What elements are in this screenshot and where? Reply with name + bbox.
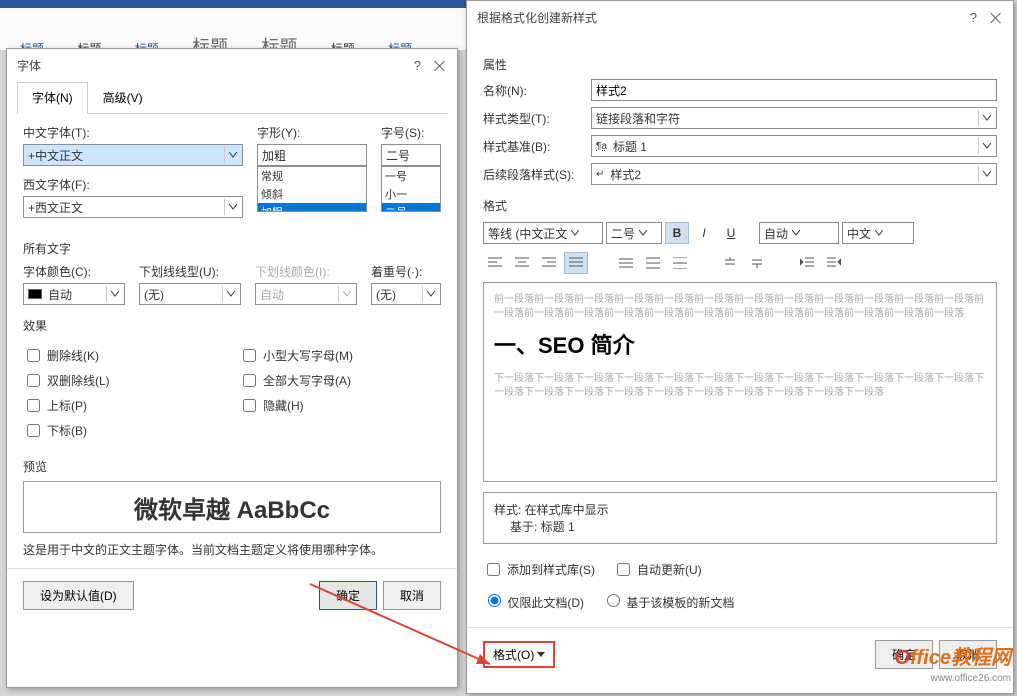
font-dialog-tabs: 字体(N) 高级(V) bbox=[17, 82, 447, 114]
emphasis-select[interactable]: (无) bbox=[371, 283, 441, 305]
bold-button[interactable]: B bbox=[665, 222, 689, 244]
format-section-label: 格式 bbox=[483, 197, 997, 214]
cancel-button[interactable]: 取消 bbox=[383, 581, 441, 610]
close-icon[interactable] bbox=[433, 59, 447, 73]
font-dialog-title: 字体 bbox=[17, 57, 41, 74]
chk-strikethrough[interactable]: 删除线(K) bbox=[23, 346, 225, 365]
en-font-label: 西文字体(F): bbox=[23, 176, 243, 193]
size-input[interactable]: 二号 bbox=[381, 144, 441, 166]
format-toolbar-2 bbox=[483, 252, 997, 274]
props-label: 属性 bbox=[483, 56, 997, 73]
en-font-select[interactable]: +西文正文 bbox=[23, 196, 243, 218]
base-label: 样式基准(B): bbox=[483, 138, 583, 155]
radio-template[interactable]: 基于该模板的新文档 bbox=[602, 591, 734, 611]
style-input[interactable]: 加粗 bbox=[257, 144, 367, 166]
help-icon[interactable]: ? bbox=[414, 58, 421, 73]
ok-button[interactable]: 确定 bbox=[319, 581, 377, 610]
paragraph-icon: ¶a bbox=[596, 141, 607, 152]
style-dialog: 根据格式化创建新样式 ? 属性 名称(N): 样式类型(T): 链接段落和字符 样… bbox=[466, 0, 1014, 694]
chevron-down-icon bbox=[338, 286, 354, 302]
effects-label: 效果 bbox=[23, 317, 441, 334]
cn-font-label: 中文字体(T): bbox=[23, 124, 243, 141]
chk-allcaps[interactable]: 全部大写字母(A) bbox=[239, 371, 441, 390]
style-type-select[interactable]: 链接段落和字符 bbox=[591, 107, 997, 129]
chevron-down-icon[interactable] bbox=[422, 286, 438, 302]
font-color-select[interactable]: 自动 bbox=[759, 222, 839, 244]
help-icon[interactable]: ? bbox=[970, 10, 977, 25]
style-list[interactable]: 常规 倾斜 加粗 bbox=[257, 166, 367, 212]
chk-add-to-library[interactable]: 添加到样式库(S) bbox=[483, 560, 595, 579]
font-family-select[interactable]: 等线 (中文正文 bbox=[483, 222, 603, 244]
set-default-button[interactable]: 设为默认值(D) bbox=[23, 581, 134, 610]
chk-auto-update[interactable]: 自动更新(U) bbox=[613, 560, 702, 579]
indent-right-button[interactable] bbox=[822, 252, 846, 274]
italic-button[interactable]: I bbox=[692, 222, 716, 244]
preview-desc: 这是用于中文的正文主题字体。当前文档主题定义将使用哪种字体。 bbox=[23, 541, 441, 558]
chevron-down-icon[interactable] bbox=[224, 199, 240, 215]
watermark-url: www.office26.com bbox=[931, 673, 1011, 684]
chk-double-strike[interactable]: 双删除线(L) bbox=[23, 371, 225, 390]
space-after-button[interactable] bbox=[745, 252, 769, 274]
radio-this-doc[interactable]: 仅限此文档(D) bbox=[483, 591, 584, 611]
style-follow-select[interactable]: ↵样式2 bbox=[591, 163, 997, 185]
cn-font-select[interactable]: +中文正文 bbox=[23, 144, 243, 166]
style-base-select[interactable]: ¶a标题 1 bbox=[591, 135, 997, 157]
type-label: 样式类型(T): bbox=[483, 110, 583, 127]
indent-left-button[interactable] bbox=[795, 252, 819, 274]
all-text-label: 所有文字 bbox=[23, 240, 441, 257]
font-color-select[interactable]: 自动 bbox=[23, 283, 125, 305]
emphasis-label: 着重号(·): bbox=[371, 263, 441, 280]
ul-color-select: 自动 bbox=[255, 283, 357, 305]
style-dialog-title: 根据格式化创建新样式 bbox=[477, 9, 597, 26]
ul-style-label: 下划线线型(U): bbox=[139, 263, 241, 280]
tab-advanced[interactable]: 高级(V) bbox=[88, 82, 158, 113]
return-icon: ↵ bbox=[596, 169, 604, 180]
style-preview: 前一段落前一段落前一段落前一段落前一段落前一段落前一段落前一段落前一段落前一段落… bbox=[483, 282, 997, 482]
chk-subscript[interactable]: 下标(B) bbox=[23, 421, 225, 440]
close-icon[interactable] bbox=[989, 11, 1003, 25]
size-list[interactable]: 一号 小一 二号 bbox=[381, 166, 441, 212]
style-label: 字形(Y): bbox=[257, 124, 367, 141]
font-color-label: 字体颜色(C): bbox=[23, 263, 125, 280]
ul-style-select[interactable]: (无) bbox=[139, 283, 241, 305]
chevron-down-icon[interactable] bbox=[224, 147, 240, 163]
chk-smallcaps[interactable]: 小型大写字母(M) bbox=[239, 346, 441, 365]
space-before-button[interactable] bbox=[718, 252, 742, 274]
font-dialog-titlebar: 字体 ? bbox=[7, 49, 457, 82]
lang-select[interactable]: 中文 bbox=[842, 222, 914, 244]
tab-font[interactable]: 字体(N) bbox=[17, 82, 88, 114]
line-spacing-1-button[interactable] bbox=[614, 252, 638, 274]
chevron-down-icon[interactable] bbox=[106, 286, 122, 302]
format-toolbar-1: 等线 (中文正文 二号 B I U 自动 中文 bbox=[483, 222, 997, 244]
chk-superscript[interactable]: 上标(P) bbox=[23, 396, 225, 415]
name-label: 名称(N): bbox=[483, 82, 583, 99]
font-dialog: 字体 ? 字体(N) 高级(V) 中文字体(T): +中文正文 西文字体(F): bbox=[6, 48, 458, 688]
preview-label: 预览 bbox=[23, 458, 441, 475]
align-left-button[interactable] bbox=[483, 252, 507, 274]
style-info: 样式: 在样式库中显示 基于: 标题 1 bbox=[483, 492, 997, 544]
font-preview: 微软卓越 AaBbCc bbox=[23, 481, 441, 533]
align-justify-button[interactable] bbox=[564, 252, 588, 274]
chevron-down-icon[interactable] bbox=[222, 286, 238, 302]
line-spacing-2-button[interactable] bbox=[668, 252, 692, 274]
align-right-button[interactable] bbox=[537, 252, 561, 274]
format-button[interactable]: 格式(O) bbox=[483, 641, 555, 668]
chevron-down-icon[interactable] bbox=[978, 110, 994, 126]
size-label: 字号(S): bbox=[381, 124, 441, 141]
font-size-select[interactable]: 二号 bbox=[606, 222, 662, 244]
chk-hidden[interactable]: 隐藏(H) bbox=[239, 396, 441, 415]
watermark-brand: OOffice教程网ffice教程网 bbox=[895, 641, 1011, 670]
style-dialog-titlebar: 根据格式化创建新样式 ? bbox=[467, 1, 1013, 34]
preview-heading: 一、SEO 简介 bbox=[494, 331, 986, 362]
chevron-down-icon[interactable] bbox=[978, 138, 994, 154]
underline-button[interactable]: U bbox=[719, 222, 743, 244]
follow-label: 后续段落样式(S): bbox=[483, 166, 583, 183]
ul-color-label: 下划线颜色(I): bbox=[255, 263, 357, 280]
align-center-button[interactable] bbox=[510, 252, 534, 274]
line-spacing-15-button[interactable] bbox=[641, 252, 665, 274]
ribbon-bg: 标题 标题 标题 标题 标题 标题 标题 bbox=[0, 0, 470, 50]
style-name-input[interactable] bbox=[591, 79, 997, 101]
chevron-down-icon[interactable] bbox=[978, 166, 994, 182]
